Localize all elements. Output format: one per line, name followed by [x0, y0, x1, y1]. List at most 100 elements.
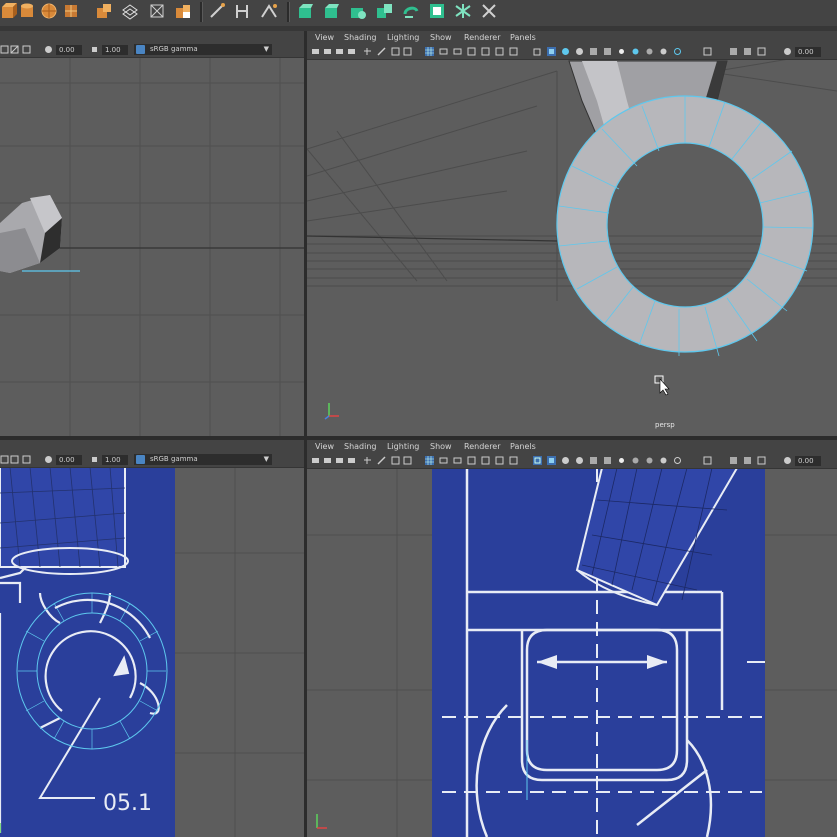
multicut-icon[interactable] — [454, 2, 472, 20]
resolution-gate-icon[interactable] — [22, 45, 31, 54]
smooth-shade-icon[interactable] — [547, 456, 556, 465]
viewport-persp[interactable]: persp View Shading Lighting Show Rendere… — [307, 31, 837, 436]
lattice-icon[interactable] — [121, 2, 139, 20]
poly-plane-icon[interactable] — [62, 2, 80, 20]
screen-space-ao-icon[interactable] — [645, 456, 654, 465]
menu-show[interactable]: Show — [430, 442, 452, 451]
menu-view[interactable]: View — [315, 33, 334, 42]
exposure-field[interactable]: 0.00 — [795, 456, 821, 466]
safe-title-icon[interactable] — [467, 47, 476, 56]
frame-icon[interactable] — [10, 455, 19, 464]
frame-icon[interactable] — [10, 45, 19, 54]
menu-panels[interactable]: Panels — [510, 33, 536, 42]
resolution-gate-icon[interactable] — [403, 47, 412, 56]
frame-all-icon[interactable] — [509, 47, 518, 56]
grid-toggle-icon[interactable] — [425, 456, 434, 465]
poly-reduce-icon[interactable] — [428, 2, 446, 20]
wireframe-on-shaded-icon[interactable] — [575, 47, 584, 56]
colorspace-dropdown[interactable]: sRGB gamma ▼ — [134, 44, 272, 55]
isolate-select-icon[interactable] — [703, 456, 712, 465]
poly-bevel-icon[interactable] — [323, 2, 341, 20]
shadows-icon[interactable] — [631, 456, 640, 465]
field-chart-icon[interactable] — [495, 47, 504, 56]
exposure-field[interactable]: 0.00 — [56, 45, 82, 55]
isolate-select-icon[interactable] — [703, 47, 712, 56]
poly-mirror-icon[interactable] — [402, 2, 420, 20]
hud-icon[interactable] — [757, 456, 766, 465]
cluster-icon[interactable] — [148, 2, 166, 20]
image-plane-icon[interactable] — [347, 47, 356, 56]
hud-icon[interactable] — [757, 47, 766, 56]
resolution-gate-icon[interactable] — [403, 456, 412, 465]
image-plane-icon[interactable] — [347, 456, 356, 465]
sculpt-brush-icon[interactable] — [174, 2, 192, 20]
textured-icon[interactable] — [603, 47, 612, 56]
wireframe-cube-icon[interactable] — [533, 47, 542, 56]
menu-shading[interactable]: Shading — [344, 33, 377, 42]
poly-bridge-icon[interactable] — [349, 2, 367, 20]
grid-toggle-icon[interactable] — [0, 45, 9, 54]
target-weld-icon[interactable] — [480, 2, 498, 20]
screen-space-ao-icon[interactable] — [645, 47, 654, 56]
ik-handle-icon[interactable] — [208, 2, 226, 20]
menu-show[interactable]: Show — [430, 33, 452, 42]
wireframe-icon[interactable] — [439, 456, 448, 465]
xray-icon[interactable] — [589, 456, 598, 465]
cube-orange-icon[interactable] — [0, 2, 18, 20]
gamma-icon[interactable] — [90, 455, 99, 464]
antialias-icon[interactable] — [673, 456, 682, 465]
default-material-icon[interactable] — [561, 47, 570, 56]
grid-toggle-icon[interactable] — [425, 47, 434, 56]
safe-action-icon[interactable] — [453, 456, 462, 465]
joint-tool-icon[interactable] — [233, 2, 251, 20]
sphere-icon[interactable] — [40, 2, 58, 20]
xray-joints-icon[interactable] — [729, 456, 738, 465]
menu-renderer[interactable]: Renderer — [464, 33, 501, 42]
poly-extrude-icon[interactable] — [297, 2, 315, 20]
lights-icon[interactable] — [617, 47, 626, 56]
colorspace-dropdown[interactable]: sRGB gamma ▼ — [134, 454, 272, 465]
motion-blur-icon[interactable] — [659, 47, 668, 56]
menu-lighting[interactable]: Lighting — [387, 33, 419, 42]
safe-action-icon[interactable] — [453, 47, 462, 56]
field-chart-icon[interactable] — [495, 456, 504, 465]
wireframe-on-shaded-icon[interactable] — [575, 456, 584, 465]
grid-toggle-icon[interactable] — [0, 455, 9, 464]
exposure-icon[interactable] — [44, 45, 53, 54]
select-camera-icon[interactable] — [311, 456, 320, 465]
menu-panels[interactable]: Panels — [510, 442, 536, 451]
film-gate-icon[interactable] — [391, 456, 400, 465]
wireframe-icon[interactable] — [439, 47, 448, 56]
skin-bind-icon[interactable] — [260, 2, 278, 20]
exposure-field[interactable]: 0.00 — [795, 47, 821, 57]
menu-renderer[interactable]: Renderer — [464, 442, 501, 451]
exposure-icon[interactable] — [783, 456, 792, 465]
resolution-gate-icon[interactable] — [22, 455, 31, 464]
menu-view[interactable]: View — [315, 442, 334, 451]
safe-title-icon[interactable] — [467, 456, 476, 465]
grease-pencil-icon[interactable] — [377, 456, 386, 465]
poly-combine-icon[interactable] — [375, 2, 393, 20]
two-d-pan-icon[interactable] — [363, 456, 372, 465]
viewport-top-left[interactable]: 0.00 1.00 sRGB gamma ▼ — [0, 43, 304, 436]
default-material-icon[interactable] — [561, 456, 570, 465]
frame-all-icon[interactable] — [509, 456, 518, 465]
gamma-icon[interactable] — [90, 45, 99, 54]
exposure-icon[interactable] — [783, 47, 792, 56]
viewport-bottom-left[interactable]: 05.1 0.00 1.00 sRGB gamma ▼ — [0, 453, 304, 837]
xray-joints-icon[interactable] — [729, 47, 738, 56]
poly-cylinder-icon[interactable] — [18, 2, 36, 20]
camera-attr-icon[interactable] — [323, 456, 332, 465]
gamma-field[interactable]: 1.00 — [102, 45, 128, 55]
gate-mask-icon[interactable] — [481, 47, 490, 56]
motion-blur-icon[interactable] — [659, 456, 668, 465]
smooth-shade-icon[interactable] — [547, 47, 556, 56]
sweep-icon[interactable] — [95, 2, 113, 20]
viewport-front[interactable]: View Shading Lighting Show Renderer Pane… — [307, 440, 837, 837]
wireframe-cube-icon[interactable] — [533, 456, 542, 465]
exposure-field[interactable]: 0.00 — [56, 455, 82, 465]
grease-pencil-icon[interactable] — [377, 47, 386, 56]
bookmark-icon[interactable] — [335, 456, 344, 465]
gamma-field[interactable]: 1.00 — [102, 455, 128, 465]
lights-icon[interactable] — [617, 456, 626, 465]
